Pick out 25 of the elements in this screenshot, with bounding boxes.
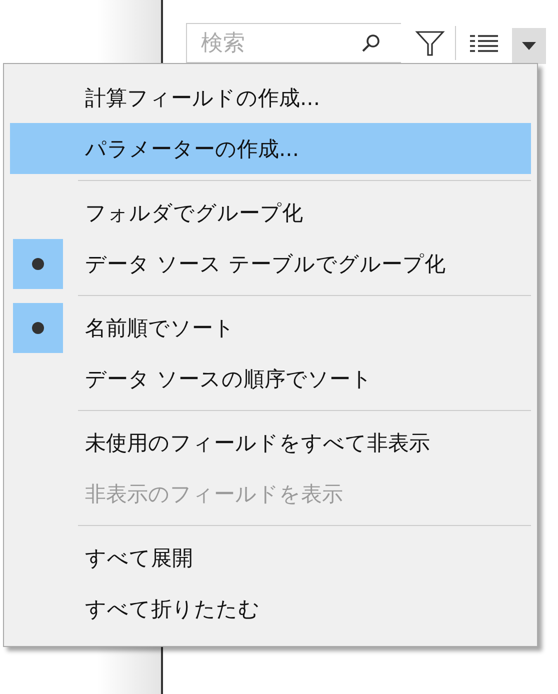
caret-icon: [522, 42, 536, 50]
menu-item[interactable]: 未使用のフィールドをすべて非表示: [10, 417, 531, 468]
menu-item[interactable]: 計算フィールドの作成...: [10, 72, 531, 123]
search-field[interactable]: 検索: [186, 23, 401, 63]
menu-item[interactable]: 名前順でソート: [10, 302, 531, 353]
menu-item[interactable]: フォルダでグループ化: [10, 187, 531, 238]
list-icon[interactable]: [470, 33, 498, 53]
menu-item-label: 計算フィールドの作成...: [85, 84, 320, 112]
dropdown-button[interactable]: [512, 28, 546, 64]
menu-item-label: 非表示のフィールドを表示: [85, 480, 343, 508]
menu-item-label: すべて折りたたむ: [85, 596, 260, 622]
menu-item[interactable]: データ ソースの順序でソート: [10, 353, 531, 404]
menu-item-label: パラメーターの作成...: [85, 136, 300, 162]
menu-item-label: 名前順でソート: [85, 314, 235, 342]
menu-item[interactable]: パラメーターの作成...: [10, 123, 531, 174]
search-icon: [361, 33, 381, 53]
menu-item[interactable]: すべて折りたたむ: [10, 583, 531, 634]
menu-item[interactable]: データ ソース テーブルでグループ化: [10, 238, 531, 289]
filter-icon[interactable]: [415, 29, 445, 57]
menu-item[interactable]: すべて展開: [10, 532, 531, 583]
menu-item-label: データ ソース テーブルでグループ化: [85, 250, 446, 278]
menu-item-label: フォルダでグループ化: [85, 200, 303, 226]
menu-item-label: データ ソースの順序でソート: [85, 366, 373, 392]
menu-item-label: 未使用のフィールドをすべて非表示: [85, 430, 430, 456]
menu-item-label: すべて展開: [85, 544, 193, 572]
